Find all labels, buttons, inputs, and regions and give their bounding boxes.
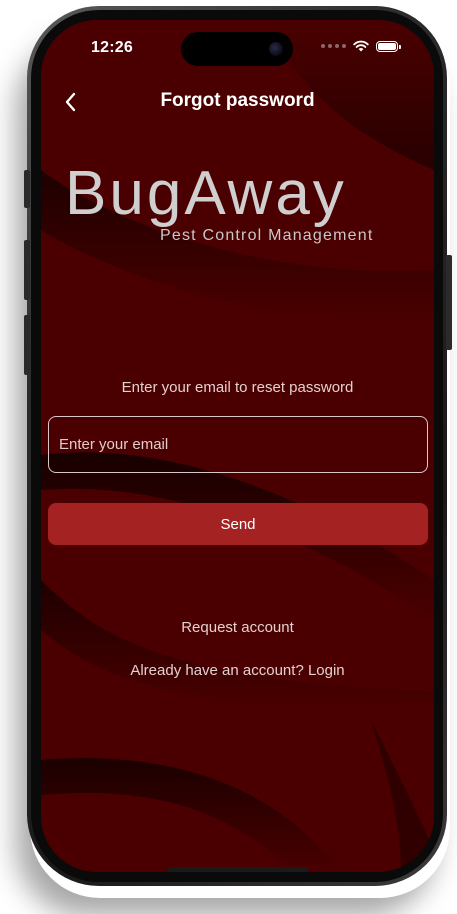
wifi-icon [353,40,369,52]
bugaway-logo: BugAway Pest Control Management [61,158,421,258]
action-button [24,170,30,208]
camera-icon [269,42,283,56]
volume-up-button [24,240,30,300]
screenshot-stage: 12:26 Forgot password BugAway Pest Contr… [0,0,457,914]
email-field[interactable] [48,416,428,473]
reset-instruction: Enter your email to reset password [121,379,354,396]
status-time: 12:26 [91,39,133,56]
navigation-bar: Forgot password [41,82,434,122]
request-account-link[interactable]: Request account [41,619,434,636]
power-button [446,255,452,350]
battery-level [378,42,396,50]
status-icons [321,40,401,52]
home-indicator[interactable] [168,867,308,872]
logo-tagline: Pest Control Management [160,227,374,244]
login-link[interactable]: Already have an account? Login [41,662,434,679]
page-title: Forgot password [160,90,315,111]
battery-icon [376,40,401,52]
send-button[interactable]: Send [48,503,428,545]
volume-down-button [24,315,30,375]
dynamic-island [181,32,293,66]
signal-dots-icon [321,44,346,48]
logo-brand: BugAway [65,159,347,228]
app-screen: 12:26 Forgot password BugAway Pest Contr… [41,20,434,872]
status-bar: 12:26 [41,20,434,76]
